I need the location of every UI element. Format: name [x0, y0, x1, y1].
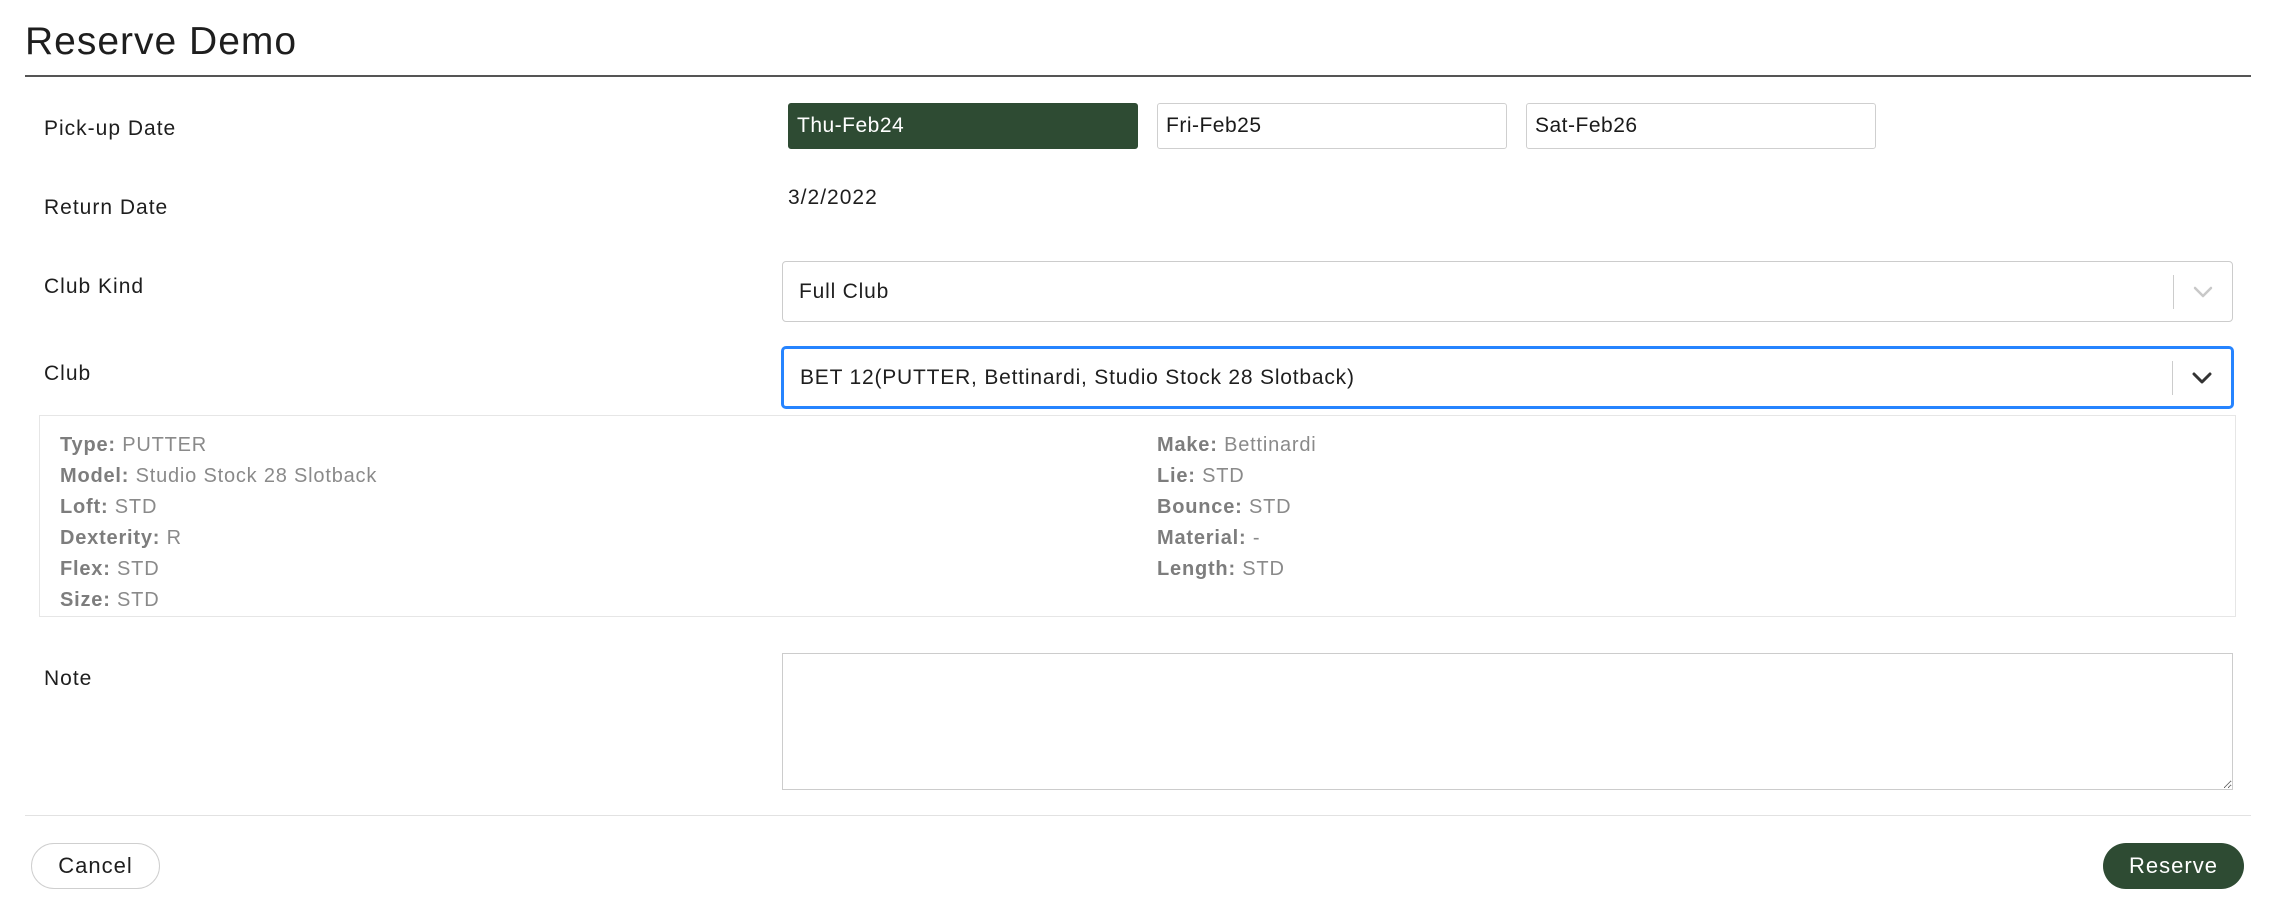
club-details-right-column: Make: Bettinardi Lie: STD Bounce: STD Ma…	[1157, 430, 1317, 585]
club-kind-selected-value: Full Club	[799, 279, 890, 303]
detail-type: Type: PUTTER	[60, 434, 208, 456]
club-details-panel: Type: PUTTER Model: Studio Stock 28 Slot…	[39, 415, 2236, 617]
reserve-button[interactable]: Reserve	[2103, 843, 2244, 889]
club-label: Club	[44, 362, 92, 385]
reserve-demo-modal: Reserve Demo Pick-up Date Thu-Feb24 Fri-…	[0, 0, 2270, 904]
detail-model: Model: Studio Stock 28 Slotback	[60, 465, 378, 487]
chevron-down-icon[interactable]	[2174, 262, 2232, 321]
chevron-down-icon[interactable]	[2173, 349, 2231, 406]
title-divider	[25, 75, 2251, 77]
detail-bounce: Bounce: STD	[1157, 496, 1292, 518]
club-select[interactable]: BET 12(PUTTER, Bettinardi, Studio Stock …	[782, 347, 2233, 408]
detail-flex: Flex: STD	[60, 558, 160, 580]
pickup-date-option-2[interactable]: Sat-Feb26	[1526, 103, 1876, 149]
detail-size: Size: STD	[60, 589, 160, 611]
club-selected-value: BET 12(PUTTER, Bettinardi, Studio Stock …	[800, 365, 1355, 389]
return-date-value: 3/2/2022	[788, 186, 878, 209]
club-kind-select[interactable]: Full Club	[782, 261, 2233, 322]
modal-title: Reserve Demo	[25, 20, 298, 63]
detail-loft: Loft: STD	[60, 496, 158, 518]
club-kind-label: Club Kind	[44, 275, 145, 298]
footer-divider	[25, 815, 2251, 816]
detail-lie: Lie: STD	[1157, 465, 1245, 487]
detail-length: Length: STD	[1157, 558, 1285, 580]
return-date-label: Return Date	[44, 196, 169, 219]
pickup-date-label: Pick-up Date	[44, 117, 177, 140]
club-details-left-column: Type: PUTTER Model: Studio Stock 28 Slot…	[60, 430, 377, 616]
detail-material: Material: -	[1157, 527, 1261, 549]
detail-dexterity: Dexterity: R	[60, 527, 182, 549]
pickup-date-option-1[interactable]: Fri-Feb25	[1157, 103, 1507, 149]
cancel-button[interactable]: Cancel	[31, 843, 160, 889]
note-label: Note	[44, 667, 93, 690]
note-textarea[interactable]	[782, 653, 2233, 790]
pickup-date-option-0[interactable]: Thu-Feb24	[788, 103, 1138, 149]
detail-make: Make: Bettinardi	[1157, 434, 1317, 456]
